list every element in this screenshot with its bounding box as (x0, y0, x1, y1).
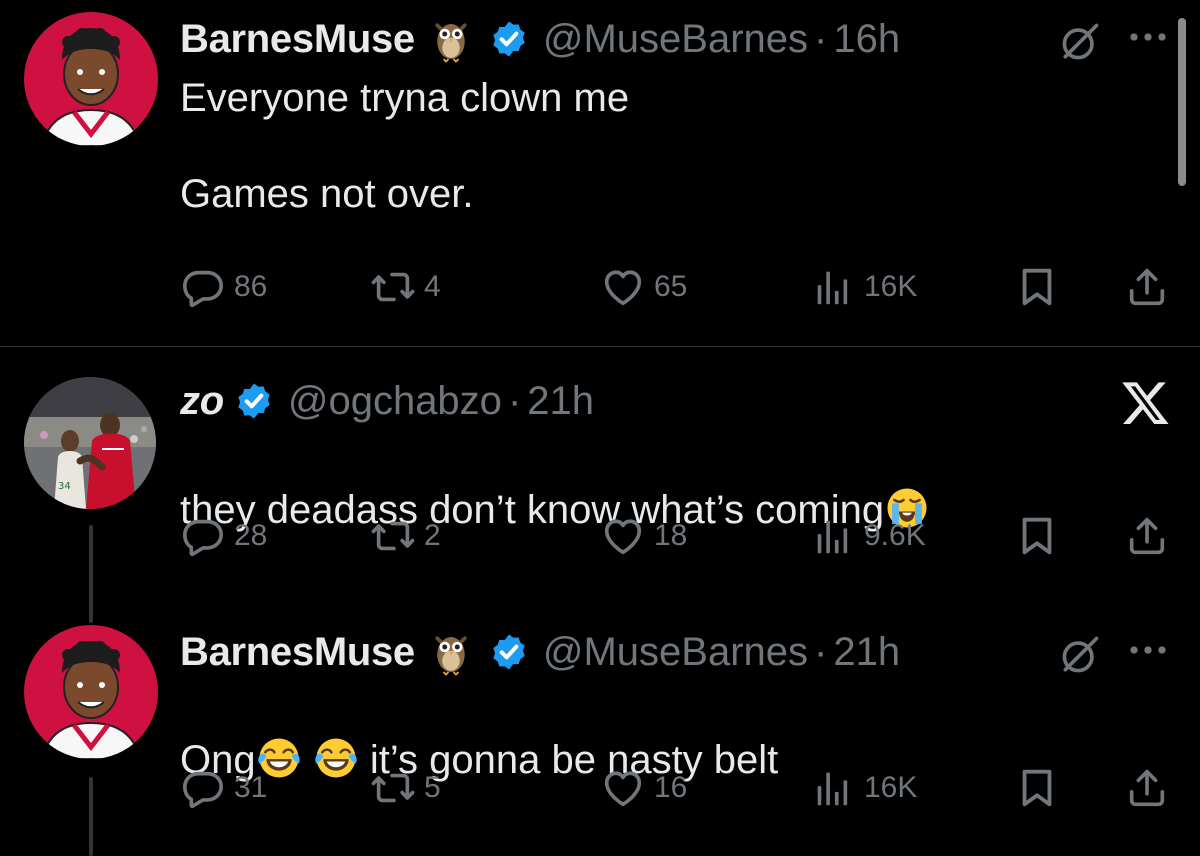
tweet-1[interactable]: BarnesMuse @MuseBarnes · 16h Everyone tr… (0, 0, 1200, 346)
x-logo-icon[interactable] (1120, 377, 1172, 429)
action-bar: 86 4 65 16K (180, 262, 1170, 312)
tweet-header: zo @ogchabzo · 21h (180, 377, 594, 425)
repost-icon (370, 513, 416, 559)
reply-button[interactable]: 31 (180, 763, 267, 813)
repost-count: 4 (424, 270, 441, 303)
reply-icon (180, 264, 226, 310)
bookmark-icon (1014, 264, 1060, 310)
like-button[interactable]: 65 (600, 262, 687, 312)
bookmark-icon (1014, 513, 1060, 559)
verified-badge-icon[interactable] (234, 381, 274, 421)
timestamp[interactable]: 16h (833, 15, 900, 63)
display-name[interactable]: zo (180, 377, 224, 425)
repost-icon (370, 264, 416, 310)
repost-count: 5 (424, 771, 441, 804)
bookmark-button[interactable] (1014, 262, 1060, 312)
tweet-3[interactable]: BarnesMuse @MuseBarnes · 21h Ong it’s go… (0, 623, 1200, 856)
timeline: BarnesMuse @MuseBarnes · 16h Everyone tr… (0, 0, 1200, 856)
views-icon (810, 264, 856, 310)
like-count: 65 (654, 270, 688, 303)
views-icon (810, 513, 856, 559)
like-count: 18 (654, 519, 688, 552)
avatar-barnesmuse[interactable] (24, 625, 158, 759)
repost-button[interactable]: 2 (370, 511, 441, 561)
owl-emoji-icon (431, 627, 471, 677)
reply-icon (180, 513, 226, 559)
avatar-barnesmuse[interactable] (24, 12, 158, 146)
like-button[interactable]: 16 (600, 763, 687, 813)
more-icon[interactable] (1126, 30, 1170, 44)
tweet-header: BarnesMuse @MuseBarnes · 16h (180, 14, 900, 64)
bookmark-icon (1014, 765, 1060, 811)
tweet-header: BarnesMuse @MuseBarnes · 21h (180, 627, 900, 677)
views-count: 16K (864, 270, 918, 303)
timestamp[interactable]: 21h (527, 377, 594, 425)
separator-dot: · (814, 630, 828, 674)
share-icon (1124, 513, 1170, 559)
like-count: 16 (654, 771, 688, 804)
share-icon (1124, 765, 1170, 811)
separator-dot: · (507, 379, 522, 423)
owl-emoji-icon (431, 14, 471, 64)
tweet-2[interactable]: 34 zo @ogchabzo · 21h they deadass don’t… (0, 347, 1200, 623)
thread-line (89, 777, 93, 856)
avatar-image (24, 625, 158, 759)
svg-text:34: 34 (58, 481, 71, 492)
views-button[interactable]: 16K (810, 262, 917, 312)
repost-icon (370, 765, 416, 811)
like-icon (600, 765, 646, 811)
verified-badge-icon[interactable] (489, 632, 529, 672)
views-count: 16K (864, 771, 918, 804)
reply-icon (180, 765, 226, 811)
views-icon (810, 765, 856, 811)
display-name[interactable]: BarnesMuse (180, 628, 415, 676)
share-button[interactable] (1124, 763, 1170, 813)
timestamp[interactable]: 21h (833, 628, 900, 676)
share-button[interactable] (1124, 262, 1170, 312)
repost-button[interactable]: 4 (370, 262, 441, 312)
repost-button[interactable]: 5 (370, 763, 441, 813)
handle[interactable]: @MuseBarnes (543, 15, 808, 63)
views-button[interactable]: 9.6K (810, 511, 926, 561)
tweet-text: Everyone tryna clown me Games not over. (180, 76, 630, 216)
action-bar: 31 5 16 16K (180, 763, 1170, 813)
verified-badge-icon[interactable] (489, 19, 529, 59)
reply-count: 28 (234, 519, 268, 552)
separator-dot: · (814, 17, 828, 61)
avatar-zo[interactable]: 34 (24, 377, 156, 509)
handle[interactable]: @ogchabzo (288, 377, 502, 425)
views-button[interactable]: 16K (810, 763, 917, 813)
like-icon (600, 513, 646, 559)
avatar-image (24, 12, 158, 146)
action-bar: 28 2 18 9.6K (180, 511, 1170, 561)
like-button[interactable]: 18 (600, 511, 687, 561)
bookmark-button[interactable] (1014, 763, 1060, 813)
share-button[interactable] (1124, 511, 1170, 561)
avatar-image: 34 (24, 377, 156, 509)
repost-count: 2 (424, 519, 441, 552)
reply-button[interactable]: 86 (180, 262, 267, 312)
reply-count: 31 (234, 771, 268, 804)
display-name[interactable]: BarnesMuse (180, 15, 415, 63)
share-icon (1124, 264, 1170, 310)
views-count: 9.6K (864, 519, 926, 552)
bookmark-button[interactable] (1014, 511, 1060, 561)
reply-button[interactable]: 28 (180, 511, 267, 561)
thread-line (89, 525, 93, 623)
more-icon[interactable] (1126, 643, 1170, 657)
grok-icon[interactable] (1058, 633, 1102, 677)
grok-icon[interactable] (1058, 20, 1102, 64)
like-icon (600, 264, 646, 310)
handle[interactable]: @MuseBarnes (543, 628, 808, 676)
reply-count: 86 (234, 270, 268, 303)
